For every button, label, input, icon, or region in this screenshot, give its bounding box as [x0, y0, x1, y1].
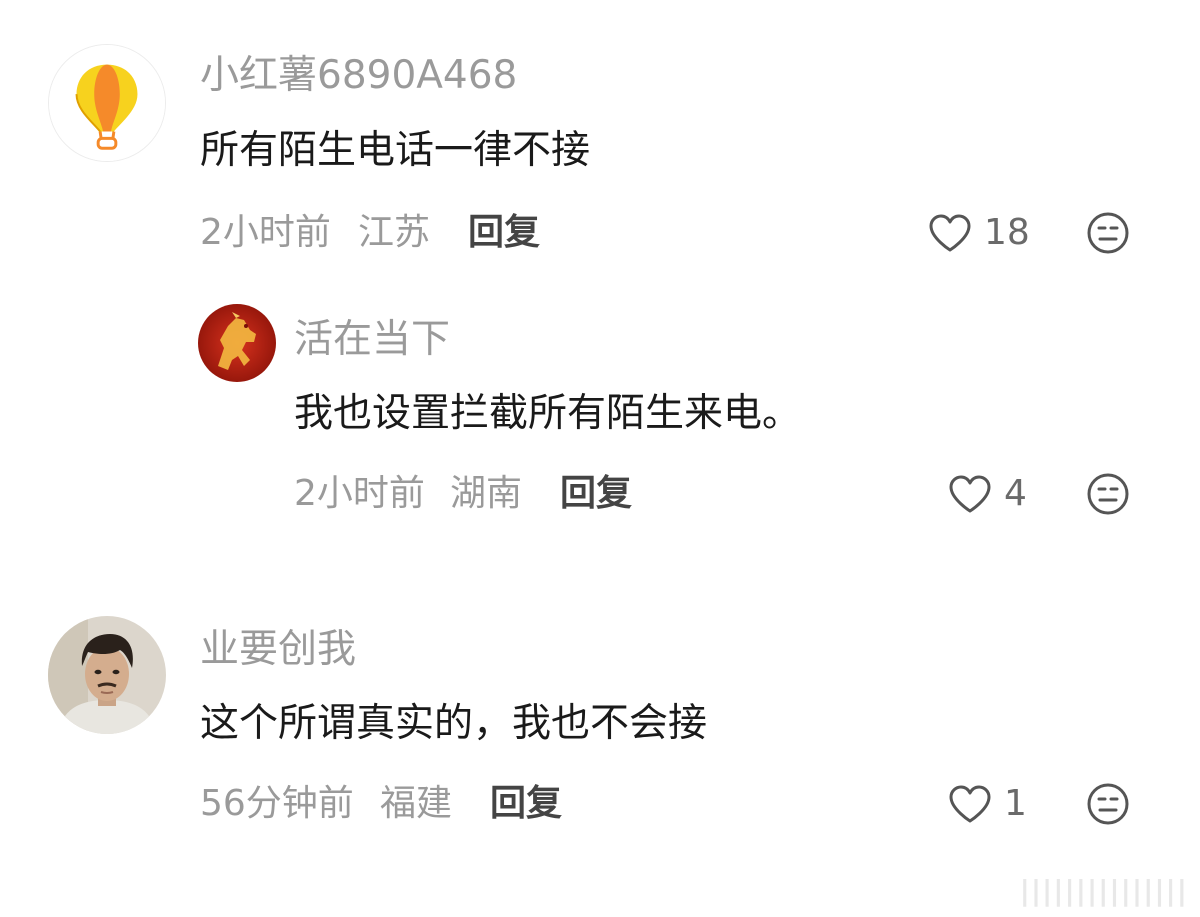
username[interactable]: 小红薯6890A468 [200, 52, 517, 100]
avatar[interactable] [48, 616, 166, 734]
heart-icon [949, 475, 991, 513]
comment-time: 2小时前 [200, 212, 331, 253]
watermark: ||||||||||||||| [1019, 874, 1188, 907]
comment-location: 江苏 [358, 212, 431, 253]
comment-location: 福建 [380, 783, 453, 824]
comment-time: 2小时前 [294, 473, 425, 514]
reaction-button[interactable] [1086, 211, 1130, 255]
expressionless-face-icon [1087, 473, 1129, 515]
comment-text: 我也设置拦截所有陌生来电。 [294, 391, 802, 436]
reply-button[interactable]: 回复 [560, 472, 632, 516]
heart-icon [949, 785, 991, 823]
reply-comment-item: 活在当下 我也设置拦截所有陌生来电。 2小时前 湖南 回复 4 [0, 290, 1200, 530]
like-button[interactable]: 4 [948, 472, 1027, 516]
like-count: 1 [1004, 783, 1027, 824]
heart-icon [929, 214, 971, 252]
expressionless-face-icon [1087, 783, 1129, 825]
avatar[interactable] [48, 44, 166, 162]
comment-item: 小红薯6890A468 所有陌生电话一律不接 2小时前 江苏 回复 18 [0, 0, 1200, 280]
golden-horse-avatar [198, 304, 276, 382]
username[interactable]: 活在当下 [294, 316, 450, 364]
avatar[interactable] [198, 304, 276, 382]
comment-time: 56分钟前 [200, 783, 354, 824]
reply-button[interactable]: 回复 [468, 211, 540, 255]
like-count: 18 [984, 212, 1030, 253]
hot-air-balloon-icon [49, 45, 165, 161]
man-portrait-avatar [48, 616, 166, 734]
comment-text: 这个所谓真实的，我也不会接 [200, 701, 708, 746]
reaction-button[interactable] [1086, 472, 1130, 516]
reaction-button[interactable] [1086, 782, 1130, 826]
like-count: 4 [1004, 473, 1027, 514]
expressionless-face-icon [1087, 212, 1129, 254]
like-button[interactable]: 1 [948, 782, 1027, 826]
comment-text: 所有陌生电话一律不接 [200, 128, 591, 173]
reply-button[interactable]: 回复 [490, 782, 562, 826]
comment-location: 湖南 [450, 473, 523, 514]
comment-item: 业要创我 这个所谓真实的，我也不会接 56分钟前 福建 回复 1 [0, 600, 1200, 860]
username[interactable]: 业要创我 [200, 626, 356, 674]
like-button[interactable]: 18 [928, 211, 1030, 255]
